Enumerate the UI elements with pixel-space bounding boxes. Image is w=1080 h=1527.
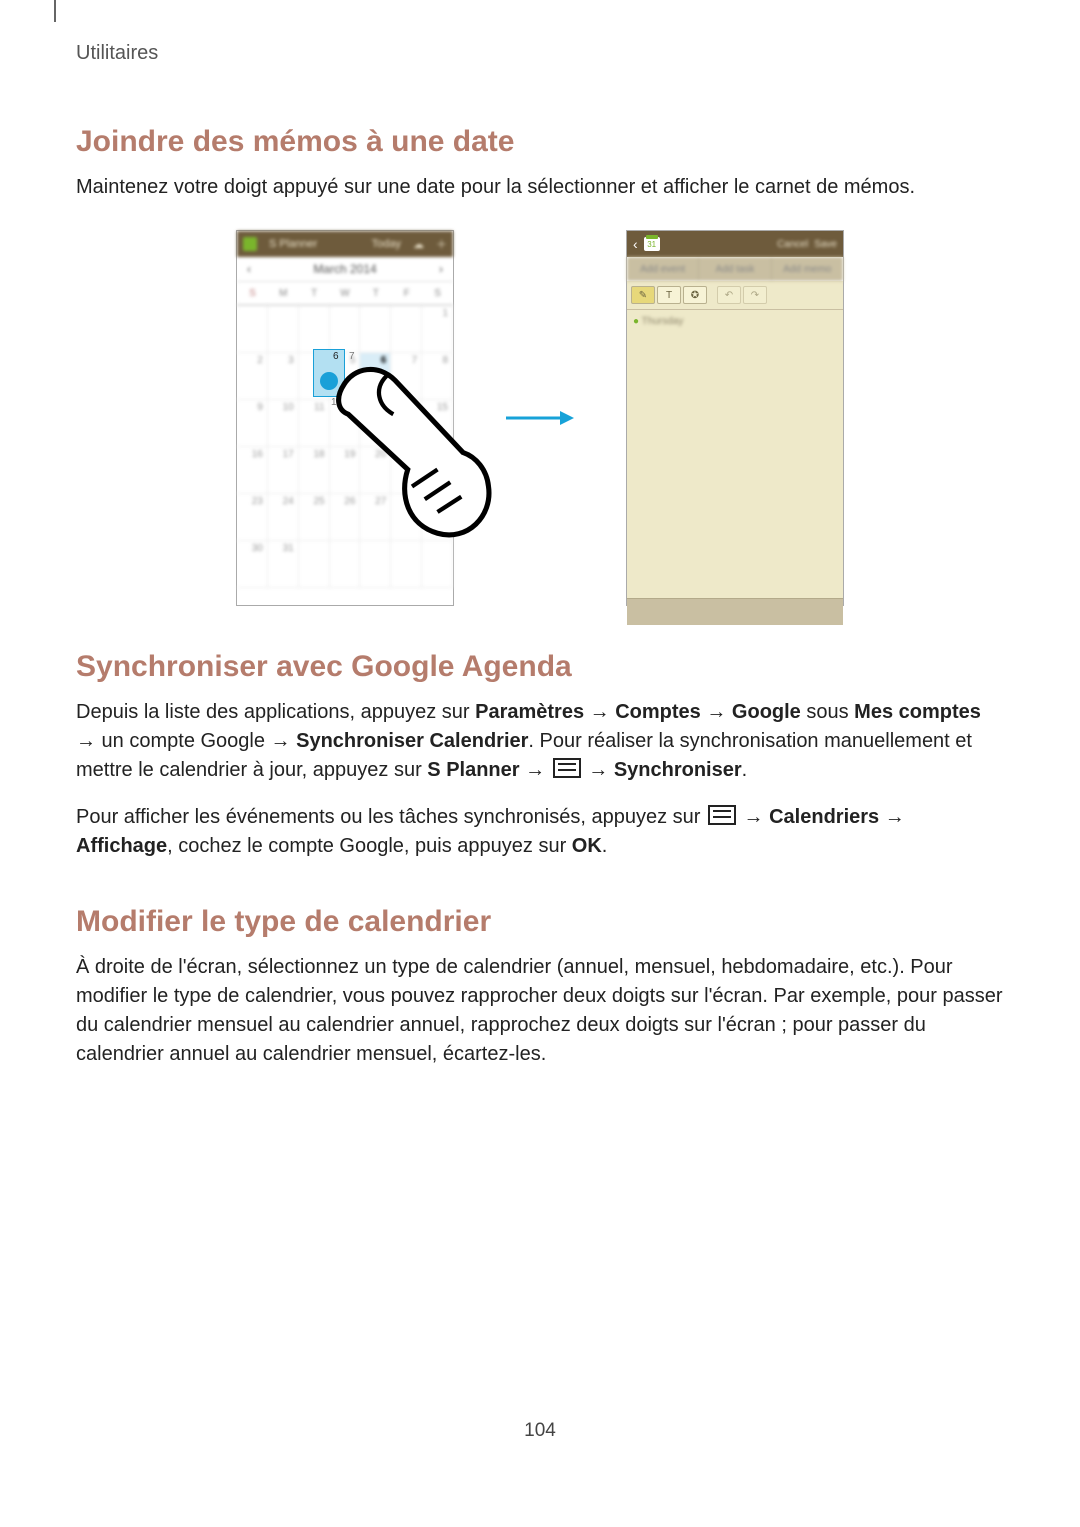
calendar-screenshot: S Planner Today ☁ ＋ ‹ March 2014 › SMTWT… bbox=[236, 230, 454, 606]
day-6: 6 bbox=[333, 351, 339, 362]
month-label: March 2014 bbox=[313, 262, 376, 276]
menu-icon bbox=[553, 758, 581, 778]
save-label: Save bbox=[814, 239, 837, 250]
plus-icon: ＋ bbox=[436, 236, 447, 252]
manual-page: Utilitaires Joindre des mémos à une date… bbox=[0, 0, 1080, 1470]
memo-day-hint: Thursday bbox=[642, 316, 684, 327]
undo-icon: ↶ bbox=[717, 286, 741, 304]
memo-header: ‹ Cancel Save bbox=[627, 231, 843, 257]
memo-footer bbox=[627, 598, 843, 625]
section-sync: Synchroniser avec Google Agenda Depuis l… bbox=[76, 650, 1004, 861]
heading-view-type: Modifier le type de calendrier bbox=[76, 905, 1004, 939]
day-7: 7 bbox=[349, 351, 355, 362]
day-13: 13 bbox=[331, 397, 342, 408]
cloud-icon: ☁ bbox=[413, 238, 424, 251]
back-icon: ‹ bbox=[633, 236, 638, 252]
tab-add-event: Add event bbox=[627, 257, 699, 281]
app-icon bbox=[243, 237, 257, 251]
cancel-label: Cancel bbox=[777, 239, 808, 250]
arrow-icon bbox=[504, 408, 576, 428]
calendar-grid: 1 2345678 9101112131415 16171819202122 2… bbox=[237, 305, 453, 588]
text-tool-icon: T bbox=[657, 286, 681, 304]
page-number: 104 bbox=[0, 1420, 1080, 1442]
redo-icon: ↷ bbox=[743, 286, 767, 304]
calendar-day-icon bbox=[644, 237, 660, 251]
highlight-overlay: 6 7 13 bbox=[313, 349, 375, 443]
month-row: ‹ March 2014 › bbox=[237, 257, 453, 282]
shape-tool-icon: ✪ bbox=[683, 286, 707, 304]
menu-icon bbox=[708, 805, 736, 825]
paragraph-memos: Maintenez votre doigt appuyé sur une dat… bbox=[76, 173, 1004, 202]
illustration-row: S Planner Today ☁ ＋ ‹ March 2014 › SMTWT… bbox=[76, 230, 1004, 606]
header-rule bbox=[54, 0, 56, 22]
tab-add-memo: Add memo bbox=[772, 257, 843, 281]
selected-day-cell bbox=[313, 349, 345, 397]
app-header: S Planner Today ☁ ＋ bbox=[237, 231, 453, 257]
memo-screenshot: ‹ Cancel Save Add event Add task Add mem… bbox=[626, 230, 844, 606]
today-label: Today bbox=[372, 238, 401, 250]
paragraph-sync-1: Depuis la liste des applications, appuye… bbox=[76, 698, 1004, 785]
section-memos: Joindre des mémos à une date Maintenez v… bbox=[76, 125, 1004, 606]
app-title: S Planner bbox=[269, 238, 317, 250]
heading-memos: Joindre des mémos à une date bbox=[76, 125, 1004, 159]
section-view-type: Modifier le type de calendrier À droite … bbox=[76, 905, 1004, 1069]
memo-toolbar: ✎ T ✪ ↶ ↷ bbox=[627, 281, 843, 310]
paragraph-sync-2: Pour afficher les événements ou les tâch… bbox=[76, 803, 1004, 861]
section-label: Utilitaires bbox=[76, 42, 1004, 65]
pen-icon: ✎ bbox=[631, 286, 655, 304]
paragraph-view-type: À droite de l'écran, sélectionnez un typ… bbox=[76, 953, 1004, 1069]
memo-canvas: ● Thursday bbox=[627, 310, 843, 598]
memo-tabs: Add event Add task Add memo bbox=[627, 257, 843, 281]
heading-sync: Synchroniser avec Google Agenda bbox=[76, 650, 1004, 684]
tab-add-task: Add task bbox=[699, 257, 771, 281]
